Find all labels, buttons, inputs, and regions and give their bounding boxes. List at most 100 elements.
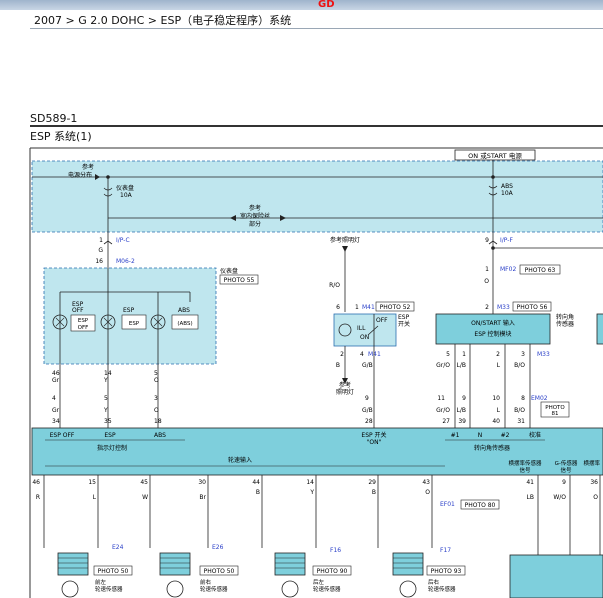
ww-l: L [93,494,97,501]
lbl-on: ON [360,334,369,341]
ref-interior-2: 室内保险丝 [240,212,270,220]
ref-interior-1: 参考 [249,204,261,212]
conn-m062[interactable]: M06-2 [116,258,135,265]
svg-text:PHOTO 93: PHOTO 93 [431,568,462,575]
ref-lamp-2: 照明灯 [336,388,354,396]
photo-63[interactable]: PHOTO 63 [525,267,556,274]
power-label: ON 或START 电源 [468,151,522,160]
svg-text:1: 1 [462,351,466,358]
svg-text:ESP: ESP [129,321,140,327]
pin-1-mf02: 1 [485,266,489,273]
svg-text:9: 9 [462,395,466,402]
conn-em02[interactable]: EM02 [531,395,548,402]
svg-text:F16: F16 [330,547,341,554]
conn-ipc[interactable]: I/P-C [116,237,130,244]
arrow-lighting [342,246,348,252]
svg-text:27: 27 [442,418,450,425]
g-sensor-2: 信号 [560,466,572,474]
bus-n1: #1 [451,432,460,439]
fuse-abs-amp: 10A [501,190,514,197]
fuse-box-band [31,160,603,233]
ww-w: W [142,494,148,501]
svg-text:后左: 后左 [313,578,325,586]
wheel-input: 轮速输入 [228,456,252,464]
photo-52[interactable]: PHOTO 52 [380,304,411,311]
steer-sensor-label-2: 传感器 [556,320,574,328]
photo-80[interactable]: PHOTO 80 [465,502,496,509]
lbl-ro: R/O [329,282,340,289]
svg-text:E26: E26 [212,544,224,551]
lat-accel-1: 横摆率传感器 [508,459,542,467]
conn-m41[interactable]: M41 [362,304,375,311]
svg-text:OFF: OFF [72,307,84,314]
svg-text:5: 5 [446,351,450,358]
conn-ef01[interactable]: EF01 [440,501,455,508]
ref-power-2: 电源分布 [68,171,92,179]
sensor-rl: F16 PHOTO 90 后左 轮速传感器 [274,547,352,598]
wp-43: 43 [422,479,430,486]
wheel-wires [43,475,601,555]
svg-text:PHOTO 50: PHOTO 50 [204,568,235,575]
ref-interior-3: 部分 [249,220,261,228]
lbl-gro-2: Gr/O [436,407,450,414]
wp-30: 30 [198,479,206,486]
lbl-y-2: Y [103,407,108,414]
conn-m41b[interactable]: M41 [368,351,381,358]
conn-mf02[interactable]: MF02 [500,266,516,273]
fuse-cluster-label: 仪表盘 [116,184,134,192]
svg-text:轮速传感器: 轮速传感器 [95,585,123,593]
rp-wo: W/O [553,494,566,501]
ww-o: O [425,489,430,496]
photo-56[interactable]: PHOTO 56 [517,304,548,311]
conn-m33[interactable]: M33 [497,304,510,311]
svg-text:81: 81 [552,411,559,417]
sensor-rr: F17 PHOTO 93 后右 轮速传感器 [392,547,466,598]
svg-text:PHOTO 50: PHOTO 50 [98,568,129,575]
pin-9: 9 [485,237,489,244]
svg-text:10: 10 [492,395,500,402]
conn-m33b[interactable]: M33 [537,351,550,358]
fuse-cluster-amp: 10A [120,192,133,199]
svg-text:1: 1 [355,304,359,311]
cluster-title: 仪表盘 [220,267,238,275]
svg-text:OFF: OFF [78,325,89,331]
svg-text:2: 2 [496,351,500,358]
svg-text:31: 31 [517,418,525,425]
bus-n2: #2 [501,432,510,439]
wp-15: 15 [88,479,96,486]
bus-calib: 校准 [529,431,541,439]
wiring-diagram: ON 或START 电源 参考 电源分布 仪表盘 10A ABS 10A 参考 … [29,147,603,598]
wp-45: 45 [140,479,148,486]
photo-55[interactable]: PHOTO 55 [224,277,255,284]
svg-text:3: 3 [154,395,158,402]
wp-44: 44 [252,479,260,486]
svg-text:5: 5 [154,370,158,377]
svg-text:ESP: ESP [123,307,135,314]
lbl-gr-2: Gr [52,407,60,414]
lbl-13: 46 [52,370,60,377]
bus-esp-off: ESP OFF [50,432,75,439]
svg-text:8: 8 [521,395,525,402]
svg-text:B: B [336,362,340,369]
lbl-gro: Gr/O [436,362,450,369]
svg-text:4: 4 [360,351,364,358]
lbl-y-1: Y [103,377,108,384]
svg-text:后右: 后右 [428,578,440,586]
lbl-l-2: L [497,407,501,414]
wp-46: 46 [32,479,40,486]
ww-br: Br [199,494,206,501]
ww-b1: B [256,489,260,496]
lbl-off: OFF [376,317,388,324]
ww-b2: B [372,489,376,496]
ref-lighting: 参考照明灯 [330,236,360,244]
svg-text:40: 40 [492,418,500,425]
svg-text:39: 39 [458,418,466,425]
conn-ipf[interactable]: I/P-F [500,237,513,244]
ref-power-1: 参考 [82,163,94,171]
yaw-rate-sensor-box [509,554,603,598]
steer-sensor-bus: 转向角传感器 [474,444,510,452]
svg-text:PHOTO 90: PHOTO 90 [317,568,348,575]
svg-text:ABS: ABS [178,307,190,314]
esp-module-top [435,313,551,345]
lbl-gb-2: G/B [362,407,373,414]
